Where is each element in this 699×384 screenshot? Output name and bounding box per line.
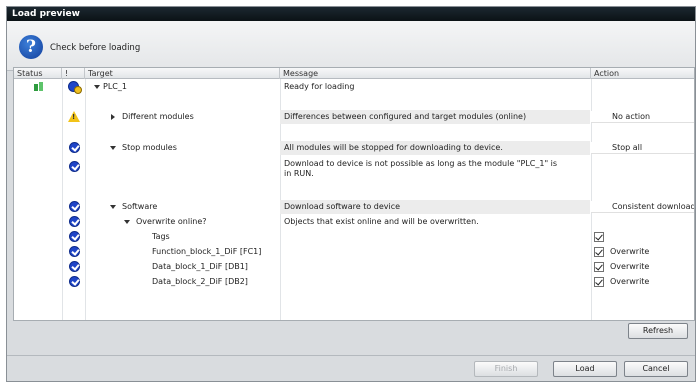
target-label: Stop modules (122, 143, 177, 152)
message-text: Download to device is not possible as lo… (284, 159, 558, 168)
target-label: Data_block_2_DiF [DB2] (152, 277, 248, 286)
plc-load-icon (68, 81, 82, 94)
action-label: Overwrite (610, 262, 650, 271)
action-label: Overwrite (610, 247, 650, 256)
check-circle-icon (69, 216, 80, 227)
target-label: Overwrite online? (136, 217, 207, 226)
overwrite-checkbox[interactable] (594, 232, 604, 242)
column-header-message[interactable]: Message (280, 68, 591, 79)
overwrite-checkbox[interactable] (594, 262, 604, 272)
message-text: Differences between configured and targe… (284, 112, 527, 121)
table-row-data-block-1[interactable]: Data_block_1_DiF [DB1] Overwrite (14, 261, 694, 273)
table-row-data-block-2[interactable]: Data_block_2_DiF [DB2] Overwrite (14, 276, 694, 288)
load-button[interactable]: Load (553, 361, 617, 377)
action-select[interactable]: No action (612, 112, 650, 122)
column-header-target[interactable]: Target (85, 68, 280, 79)
check-circle-icon (69, 161, 80, 172)
window-title: Load preview (7, 7, 695, 21)
column-header-bang[interactable]: ! (62, 68, 85, 79)
check-circle-icon (69, 231, 80, 242)
load-preview-dialog: Load preview ? Check before loading Stat… (6, 6, 696, 382)
message-text: Ready for loading (284, 82, 355, 91)
target-label: Different modules (122, 112, 194, 121)
table-row-stop-modules[interactable]: Stop modules All modules will be stopped… (14, 142, 694, 154)
target-label: Data_block_1_DiF [DB1] (152, 262, 248, 271)
help-icon: ? (19, 35, 43, 59)
target-label: Function_block_1_DiF [FC1] (152, 247, 262, 256)
message-text: Download software to device (284, 202, 401, 211)
column-header-status[interactable]: Status (14, 68, 62, 79)
expand-down-icon[interactable] (110, 146, 116, 150)
message-text: in RUN. (284, 169, 314, 178)
header-text: Check before loading (50, 43, 141, 53)
finish-button[interactable]: Finish (474, 361, 538, 377)
message-text: All modules will be stopped for download… (284, 143, 503, 152)
load-preview-table: Status ! Target Message Action PLC_1 Rea… (13, 67, 695, 321)
table-row-plc[interactable]: PLC_1 Ready for loading (14, 81, 694, 94)
action-select[interactable]: Consistent download (612, 202, 694, 212)
check-circle-icon (69, 142, 80, 153)
action-select[interactable]: Stop all (612, 143, 642, 153)
divider (7, 355, 695, 356)
table-row-overwrite-online[interactable]: Overwrite online? Objects that exist onl… (14, 216, 694, 228)
target-label: PLC_1 (103, 82, 127, 91)
message-text: Objects that exist online and will be ov… (284, 217, 479, 226)
table-header: Status ! Target Message Action (14, 68, 694, 79)
refresh-button[interactable]: Refresh (628, 323, 688, 339)
target-label: Software (122, 202, 158, 211)
table-row-software[interactable]: Software Download software to device Con… (14, 201, 694, 213)
check-circle-icon (69, 246, 80, 257)
overwrite-checkbox[interactable] (594, 277, 604, 287)
table-row-tags[interactable]: Tags (14, 231, 694, 243)
dialog-header: ? Check before loading (7, 21, 695, 71)
table-row-stop-info[interactable]: Download to device is not possible as lo… (14, 158, 694, 180)
table-row-function-block[interactable]: Function_block_1_DiF [FC1] Overwrite (14, 246, 694, 258)
expand-down-icon[interactable] (94, 85, 100, 89)
plc-status-icon (34, 82, 44, 92)
expand-down-icon[interactable] (124, 220, 130, 224)
column-header-action[interactable]: Action (591, 68, 694, 79)
check-circle-icon (69, 261, 80, 272)
check-circle-icon (69, 201, 80, 212)
table-row-different-modules[interactable]: ! Different modules Differences between … (14, 111, 694, 123)
action-label: Overwrite (610, 277, 650, 286)
check-circle-icon (69, 276, 80, 287)
overwrite-checkbox[interactable] (594, 247, 604, 257)
cancel-button[interactable]: Cancel (624, 361, 688, 377)
expand-down-icon[interactable] (110, 205, 116, 209)
warning-icon: ! (68, 111, 80, 122)
expand-right-icon[interactable] (111, 114, 115, 120)
target-label: Tags (152, 232, 170, 241)
